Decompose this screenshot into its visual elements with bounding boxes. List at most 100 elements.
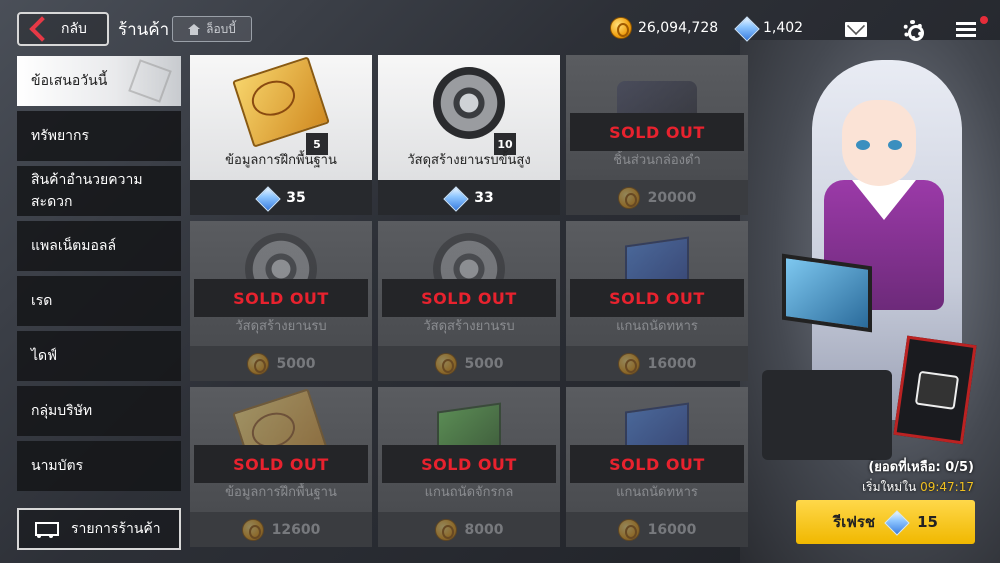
lobby-button[interactable]: ล็อบบี้ [172,16,252,42]
sidebar-item-label: เรด [31,293,53,309]
shop-item-image-area: แกนถนัดทหาร SOLD OUT [566,221,748,346]
character-face [842,100,916,186]
item-price-value: 5000 [276,355,316,372]
back-label: กลับ [61,21,87,37]
sidebar-item-label: แพลเน็ตมอลล์ [31,238,117,254]
sidebar-item-convenience[interactable]: สินค้าอำนวยความสะดวก [17,166,181,216]
sold-out-banner: SOLD OUT [570,445,744,483]
item-price-value: 33 [474,189,494,206]
coin-icon [610,17,632,39]
sold-out-banner: SOLD OUT [570,279,744,317]
back-chevron-icon [29,16,55,42]
item-name: วัสดุสร้างยานรบขั้นสูง [407,153,531,168]
sidebar-item-label: ไดฟ์ [31,348,58,364]
sold-out-banner: SOLD OUT [194,279,368,317]
item-price-value: 5000 [464,355,504,372]
item-price: 12600 [190,512,372,547]
item-price: 20000 [566,180,748,215]
mail-icon[interactable] [845,22,867,37]
shop-list-label: รายการร้านค้า [71,521,161,537]
item-price-value: 8000 [464,521,504,538]
coin-icon [617,186,640,209]
shop-item-card[interactable]: วัสดุสร้างยานรบ SOLD OUT 5000 [378,221,560,381]
sidebar-item-resources[interactable]: ทรัพยากร [17,111,181,161]
reset-label: เริ่มใหม่ใน [862,480,917,494]
coin-icon [241,518,264,541]
coin-icon [617,352,640,375]
shop-item-card[interactable]: 10 วัสดุสร้างยานรบขั้นสูง 33 [378,55,560,215]
sold-out-banner: SOLD OUT [382,445,556,483]
home-icon [188,23,201,35]
shop-item-card[interactable]: แกนถนัดทหาร SOLD OUT 16000 [566,387,748,547]
shop-item-card[interactable]: 5 ข้อมูลการฝึกพื้นฐาน 35 [190,55,372,215]
shop-item-card[interactable]: ชิ้นส่วนกล่องดำ SOLD OUT 20000 [566,55,748,215]
gem-icon [256,187,278,209]
item-price: 8000 [378,512,560,547]
sidebar-item-label: กลุ่มบริษัท [31,403,93,419]
item-name: วัสดุสร้างยานรบ [235,319,327,334]
item-price: 5000 [190,346,372,381]
coin-amount: 26,094,728 [638,20,719,36]
refresh-cost: 15 [917,513,938,531]
shop-item-image-area: 5 ข้อมูลการฝึกพื้นฐาน [190,55,372,180]
box-icon [128,59,172,103]
coin-balance: 26,094,728 [610,17,718,39]
back-button[interactable]: กลับ [17,12,109,46]
gem-icon [444,187,466,209]
shop-item-image-area: วัสดุสร้างยานรบ SOLD OUT [378,221,560,346]
sidebar-item-label: นามบัตร [31,458,84,474]
reset-timer: เริ่มใหม่ใน 09:47:17 [862,478,974,497]
page-title: ร้านค้า [118,20,170,40]
item-price: 5000 [378,346,560,381]
item-price-value: 12600 [271,521,321,538]
item-price: 16000 [566,346,748,381]
sidebar-item-dive[interactable]: ไดฟ์ [17,331,181,381]
sidebar-item-company[interactable]: กลุ่มบริษัท [17,386,181,436]
refresh-label: รีเฟรช [833,513,876,531]
namecard-item [893,335,977,445]
shop-item-card[interactable]: แกนถนัดจักรกล SOLD OUT 8000 [378,387,560,547]
item-price: 33 [378,180,560,215]
shop-list-button[interactable]: รายการร้านค้า [17,508,181,550]
item-name: ข้อมูลการฝึกพื้นฐาน [225,153,337,168]
sidebar-item-label: ข้อเสนอวันนี้ [31,73,108,89]
shop-item-image-area: แกนถนัดทหาร SOLD OUT [566,387,748,512]
item-name: แกนถนัดทหาร [616,485,698,500]
sold-out-banner: SOLD OUT [382,279,556,317]
shop-item-image-area: ชิ้นส่วนกล่องดำ SOLD OUT [566,55,748,180]
sidebar-item-todays-offer[interactable]: ข้อเสนอวันนี้ [17,56,181,106]
shop-item-image-area: 10 วัสดุสร้างยานรบขั้นสูง [378,55,560,180]
coin-icon [434,518,457,541]
sidebar: ข้อเสนอวันนี้ ทรัพยากร สินค้าอำนวยความสะ… [17,56,181,496]
item-price-value: 20000 [647,189,697,206]
coin-icon [246,352,269,375]
shop-item-card[interactable]: ข้อมูลการฝึกพื้นฐาน SOLD OUT 12600 [190,387,372,547]
gem-icon [735,17,757,39]
shop-item-image-area: ข้อมูลการฝึกพื้นฐาน SOLD OUT [190,387,372,512]
sold-out-banner: SOLD OUT [194,445,368,483]
gear-icon[interactable] [903,20,924,41]
gem-balance: 1,402 [735,17,803,39]
item-name: ข้อมูลการฝึกพื้นฐาน [225,485,337,500]
sidebar-item-namecard[interactable]: นามบัตร [17,441,181,491]
coin-icon [434,352,457,375]
refresh-button[interactable]: รีเฟรช 15 [796,500,975,544]
gear-icon [433,67,505,139]
item-name: แกนถนัดทหาร [616,319,698,334]
character-eye [888,140,902,150]
remaining-count: (ยอดที่เหลือ: 0/5) [868,460,974,475]
sidebar-item-planet-mall[interactable]: แพลเน็ตมอลล์ [17,221,181,271]
item-name: ชิ้นส่วนกล่องดำ [613,153,701,168]
shopkeeper-illustration [752,40,1000,520]
item-price: 16000 [566,512,748,547]
menu-icon[interactable] [956,22,976,38]
item-price: 35 [190,180,372,215]
shop-item-card[interactable]: แกนถนัดทหาร SOLD OUT 16000 [566,221,748,381]
item-price-value: 16000 [647,355,697,372]
sidebar-item-raid[interactable]: เรด [17,276,181,326]
sidebar-item-label: ทรัพยากร [31,128,90,144]
item-price-value: 16000 [647,521,697,538]
shop-item-card[interactable]: วัสดุสร้างยานรบ SOLD OUT 5000 [190,221,372,381]
sidebar-item-label: สินค้าอำนวยความสะดวก [31,172,143,210]
lobby-label: ล็อบบี้ [206,21,236,36]
